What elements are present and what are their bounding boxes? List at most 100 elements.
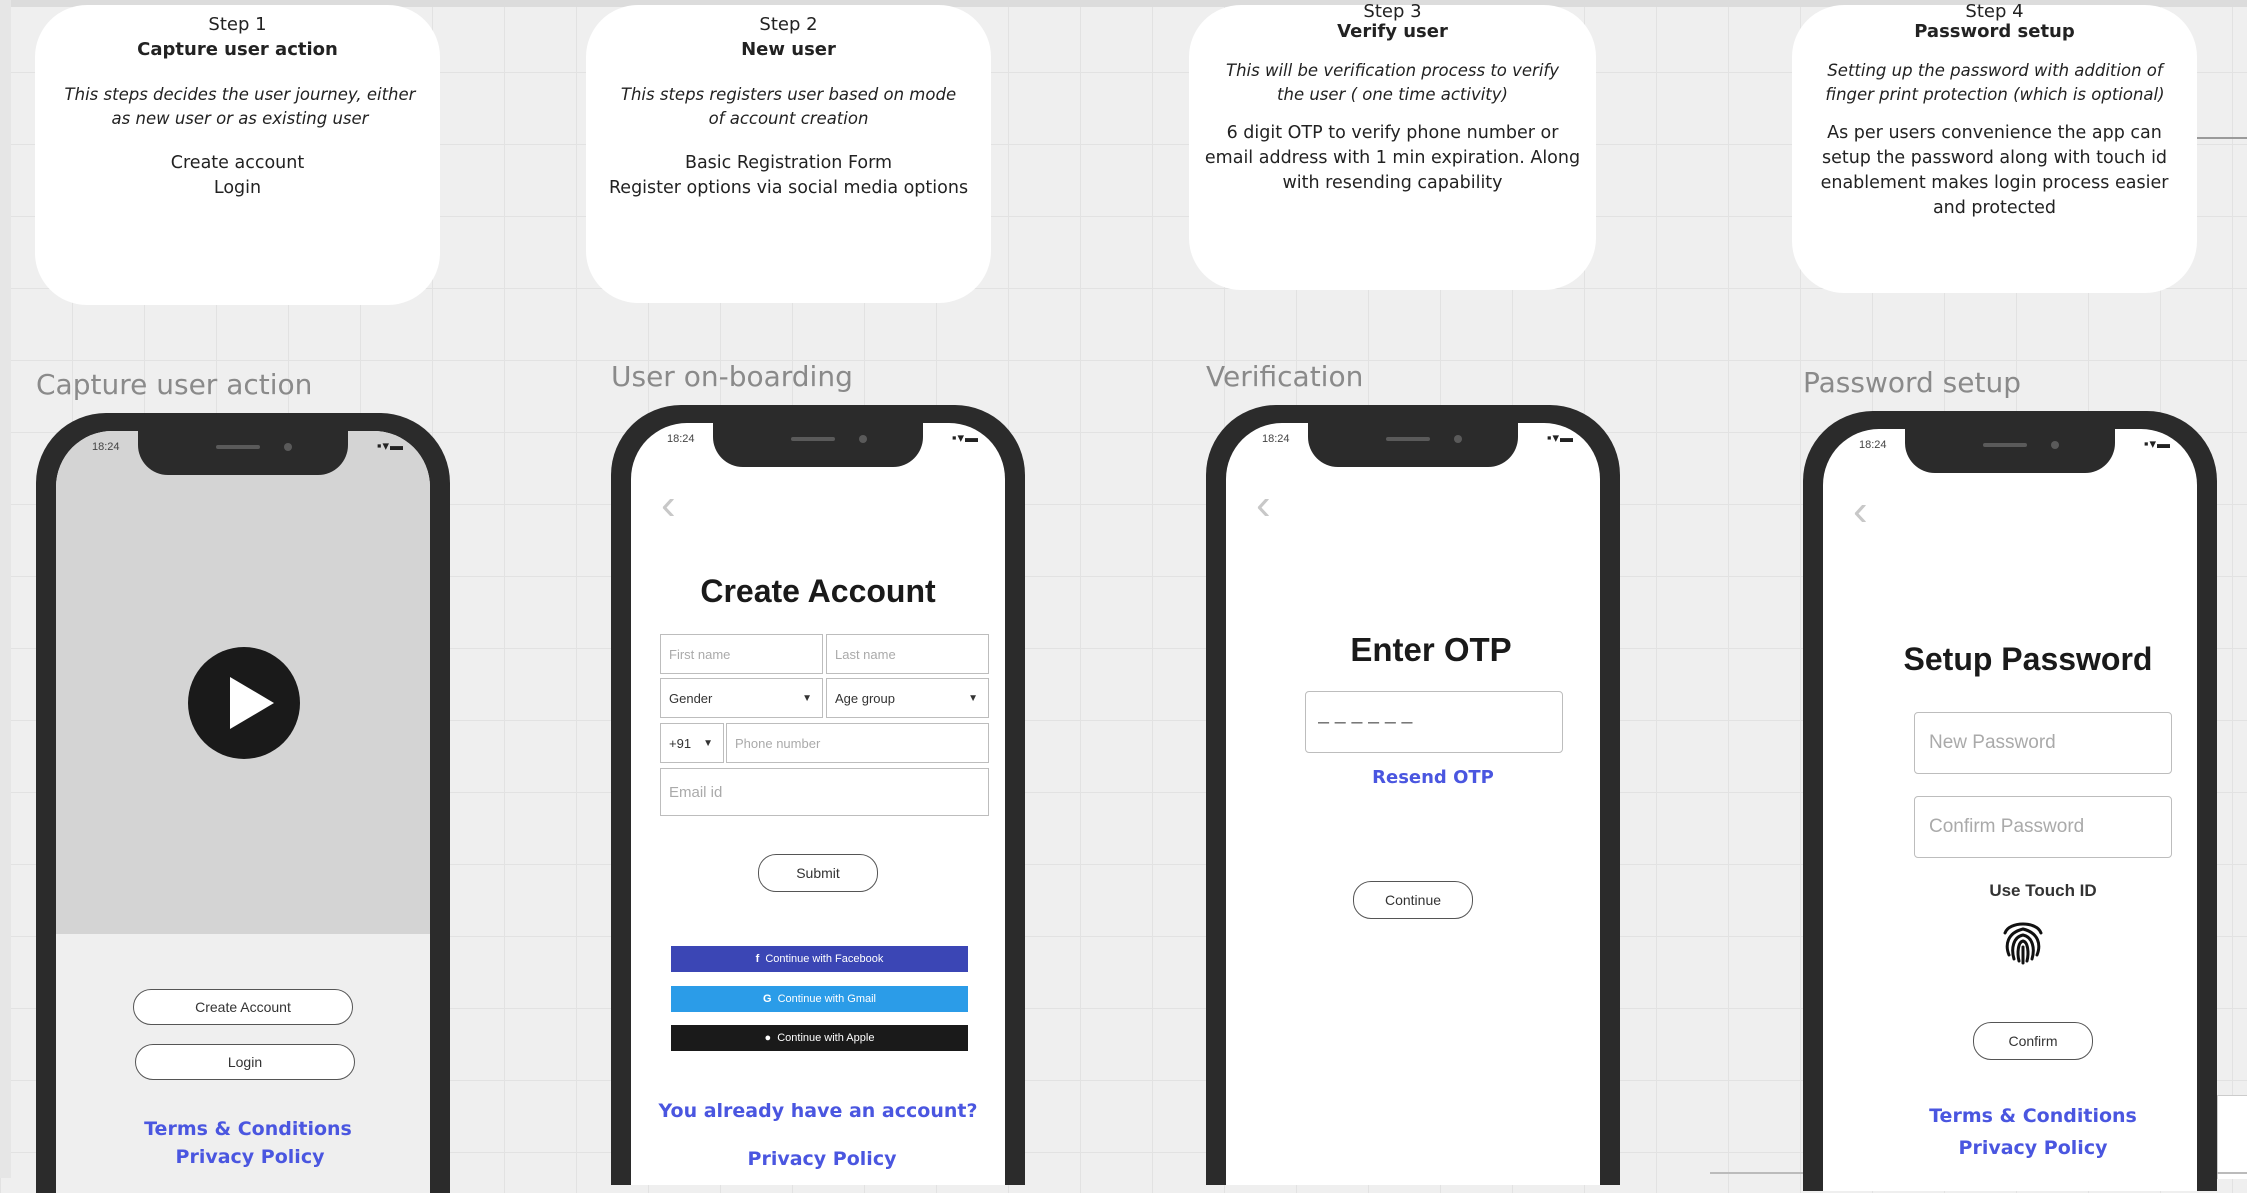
country-code-select[interactable]: +91 ▼ — [660, 723, 724, 763]
otp-input[interactable]: – – – – – – — [1305, 691, 1563, 753]
first-name-input[interactable]: First name — [660, 634, 823, 674]
step-number: Step 3 — [1363, 1, 1422, 22]
continue-button[interactable]: Continue — [1353, 881, 1473, 919]
phone-screen: 18:24 ▪▾▬ Create Account Login Terms & C… — [56, 431, 430, 1193]
phone-number-input[interactable]: Phone number — [726, 723, 989, 763]
back-chevron-icon[interactable]: ‹ — [1256, 483, 1271, 527]
status-time: 18:24 — [1859, 439, 1887, 451]
section-title-onboarding: User on-boarding — [611, 360, 853, 393]
chevron-down-icon: ▼ — [968, 692, 978, 704]
step-title: Capture user action — [137, 39, 338, 60]
step-body-line: Register options via social media option… — [608, 178, 969, 198]
step-body: As per users convenience the app can set… — [1806, 121, 2183, 221]
gender-select[interactable]: Gender ▼ — [660, 678, 823, 718]
facebook-icon: f — [755, 953, 760, 965]
chevron-down-icon: ▼ — [802, 692, 812, 704]
notch — [1308, 423, 1518, 467]
back-chevron-icon[interactable]: ‹ — [1853, 489, 1868, 533]
last-name-input[interactable]: Last name — [826, 634, 989, 674]
email-input[interactable]: Email id — [660, 768, 989, 816]
chevron-down-icon: ▼ — [703, 737, 713, 749]
create-account-button[interactable]: Create Account — [133, 989, 353, 1025]
confirm-password-input[interactable]: Confirm Password — [1914, 796, 2172, 858]
page-title: Enter OTP — [1350, 631, 1512, 668]
fingerprint-icon[interactable] — [1999, 915, 2047, 967]
google-label: Continue with Gmail — [777, 993, 876, 1005]
phone-verification: 18:24 ▪▾▬ ‹ Enter OTP – – – – – – Resend… — [1206, 405, 1620, 1185]
step-title: Verify user — [1337, 21, 1448, 42]
signal-wifi-battery-icon: ▪▾▬ — [376, 438, 404, 453]
offscreen-frame — [2217, 1095, 2247, 1179]
left-edge — [0, 0, 11, 1178]
step-description: This steps decides the user journey, eit… — [64, 85, 416, 128]
phone-screen: 18:24 ▪▾▬ ‹ Create Account First name La… — [631, 423, 1005, 1185]
phone-screen: 18:24 ▪▾▬ ‹ Enter OTP – – – – – – Resend… — [1226, 423, 1600, 1185]
step-number: Step 1 — [208, 14, 267, 35]
phone-onboarding: 18:24 ▪▾▬ ‹ Create Account First name La… — [611, 405, 1025, 1185]
otp-placeholder: – – – – – – — [1318, 710, 1413, 733]
step-card-1[interactable]: Step 1 Capture user action This steps de… — [35, 5, 440, 305]
confirm-button[interactable]: Confirm — [1973, 1022, 2093, 1060]
page-title: Create Account — [700, 573, 936, 609]
age-group-select[interactable]: Age group ▼ — [826, 678, 989, 718]
status-time: 18:24 — [92, 441, 120, 453]
touch-id-label: Use Touch ID — [1989, 881, 2097, 900]
step-body-line: Login — [213, 178, 262, 198]
step-body: Create account Login — [60, 151, 415, 201]
privacy-link[interactable]: Privacy Policy — [1823, 1137, 2197, 1159]
step-body-line: Create account — [170, 153, 305, 173]
step-title: Password setup — [1914, 21, 2075, 42]
signal-wifi-battery-icon: ▪▾▬ — [2143, 436, 2171, 451]
step-card-2[interactable]: Step 2 New user This steps registers use… — [586, 5, 991, 303]
step-body-line: 6 digit OTP to verify phone number or em… — [1204, 123, 1581, 193]
phone-password: 18:24 ▪▾▬ ‹ Setup Password New Password … — [1803, 411, 2217, 1191]
step-body-line: Basic Registration Form — [684, 153, 893, 173]
notch — [138, 431, 348, 475]
phone-capture: 18:24 ▪▾▬ Create Account Login Terms & C… — [36, 413, 450, 1193]
section-title-password: Password setup — [1803, 366, 2021, 399]
step-body-line: As per users convenience the app can set… — [1820, 123, 2169, 218]
step-card-3[interactable]: Step 3 Verify user This will be verifica… — [1189, 1, 1596, 290]
step-body: 6 digit OTP to verify phone number or em… — [1203, 121, 1582, 196]
signal-wifi-battery-icon: ▪▾▬ — [951, 430, 979, 445]
google-icon: G — [763, 993, 772, 1005]
new-password-input[interactable]: New Password — [1914, 712, 2172, 774]
play-icon — [230, 677, 274, 729]
step-card-4[interactable]: Step 4 Password setup Setting up the pas… — [1792, 1, 2197, 293]
notch — [1905, 429, 2115, 473]
step-body: Basic Registration Form Register options… — [606, 151, 971, 201]
signal-wifi-battery-icon: ▪▾▬ — [1546, 430, 1574, 445]
status-time: 18:24 — [667, 433, 695, 445]
country-code-value: +91 — [669, 735, 692, 751]
gender-value: Gender — [669, 690, 713, 706]
continue-gmail-button[interactable]: G Continue with Gmail — [671, 986, 968, 1012]
step-number: Step 4 — [1965, 1, 2024, 22]
privacy-link[interactable]: Privacy Policy — [56, 1146, 430, 1168]
resend-otp-link[interactable]: Resend OTP — [1226, 767, 1600, 788]
facebook-label: Continue with Facebook — [765, 953, 884, 965]
notch — [713, 423, 923, 467]
have-account-link[interactable]: You already have an account? — [631, 1100, 1005, 1122]
apple-icon: ● — [764, 1032, 772, 1044]
step-title: New user — [741, 39, 836, 60]
phone-screen: 18:24 ▪▾▬ ‹ Setup Password New Password … — [1823, 429, 2197, 1191]
section-title-verification: Verification — [1206, 360, 1364, 393]
terms-link[interactable]: Terms & Conditions — [56, 1118, 430, 1140]
connector-line — [2190, 137, 2247, 139]
continue-facebook-button[interactable]: f Continue with Facebook — [671, 946, 968, 972]
step-description: This steps registers user based on mode … — [620, 85, 957, 128]
terms-link[interactable]: Terms & Conditions — [1823, 1105, 2197, 1127]
step-description: This will be verification process to ver… — [1226, 61, 1559, 104]
section-title-capture: Capture user action — [36, 368, 313, 401]
login-button[interactable]: Login — [135, 1044, 355, 1080]
apple-label: Continue with Apple — [777, 1032, 875, 1044]
back-chevron-icon[interactable]: ‹ — [661, 483, 676, 527]
privacy-link[interactable]: Privacy Policy — [631, 1148, 1005, 1170]
submit-button[interactable]: Submit — [758, 854, 878, 892]
step-description: Setting up the password with addition of… — [1825, 61, 2165, 104]
video-player[interactable] — [188, 647, 300, 759]
page-title: Setup Password — [1903, 641, 2153, 677]
step-number: Step 2 — [759, 14, 818, 35]
age-group-value: Age group — [835, 690, 895, 706]
continue-apple-button[interactable]: ● Continue with Apple — [671, 1025, 968, 1051]
